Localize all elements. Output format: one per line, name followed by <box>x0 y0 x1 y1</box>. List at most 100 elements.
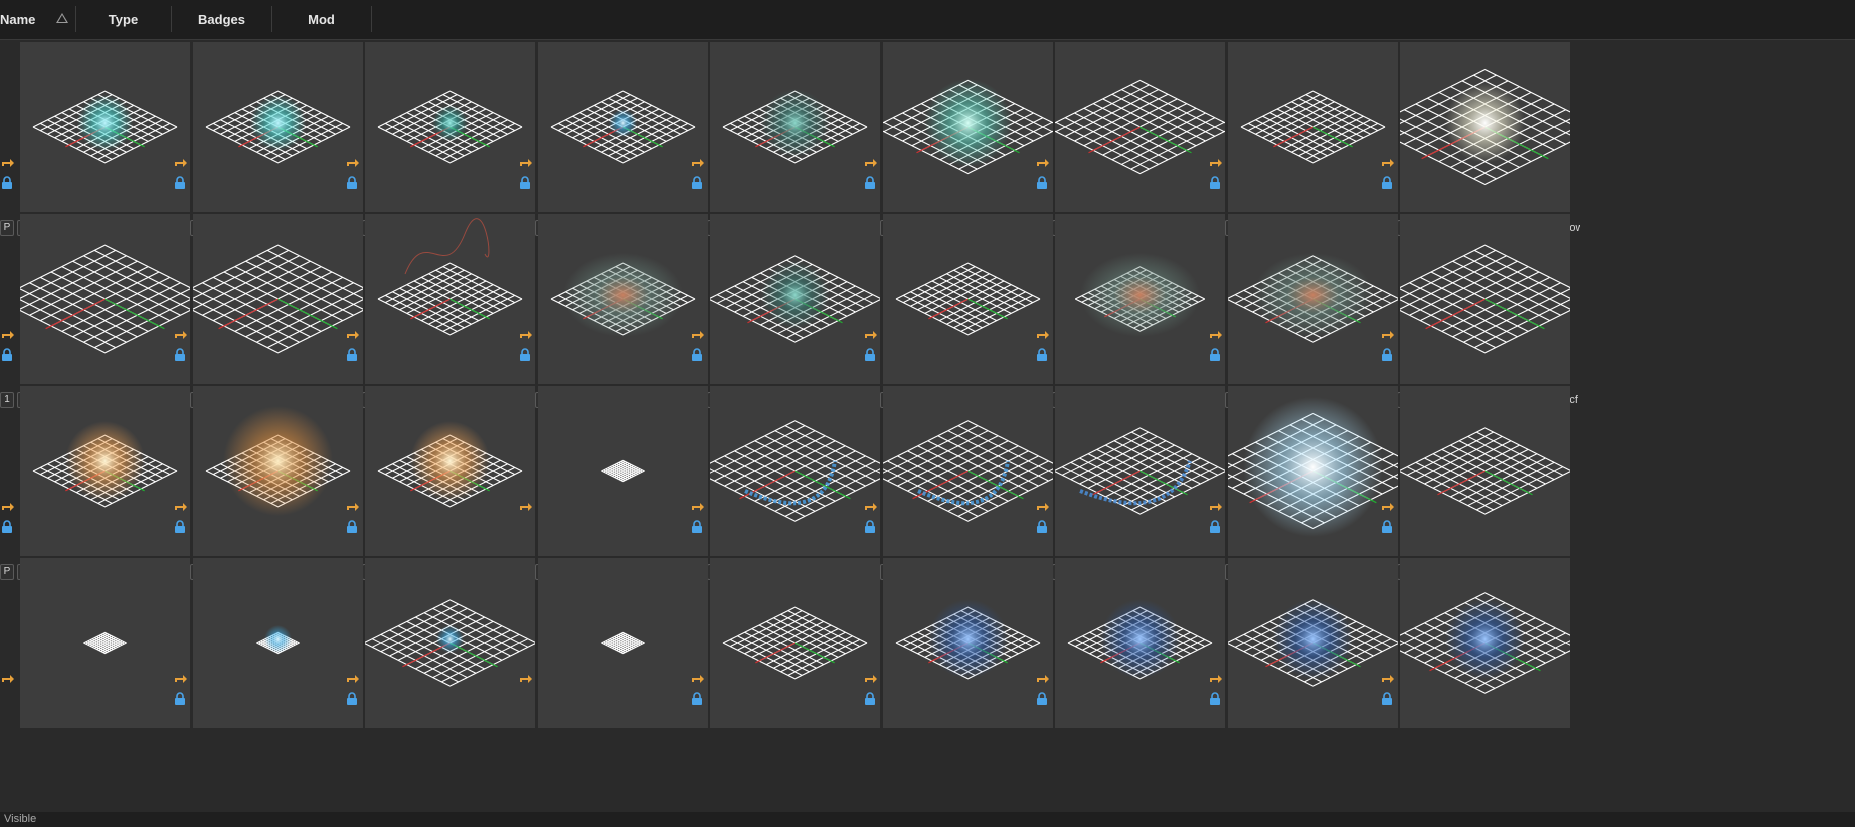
swap-icon[interactable] <box>690 156 706 170</box>
asset-thumbnail[interactable] <box>883 558 1053 728</box>
asset-thumbnail[interactable] <box>538 214 708 384</box>
asset-thumbnail[interactable] <box>193 386 363 556</box>
swap-icon[interactable] <box>518 328 534 342</box>
column-badges-header[interactable]: Badges <box>172 6 272 32</box>
lock-icon[interactable] <box>864 348 876 362</box>
lock-icon[interactable] <box>691 348 703 362</box>
lock-icon[interactable] <box>346 692 358 706</box>
lock-icon[interactable] <box>864 520 876 534</box>
asset-thumbnail[interactable] <box>883 386 1053 556</box>
swap-icon[interactable] <box>1380 500 1396 514</box>
lock-icon[interactable] <box>1209 176 1221 190</box>
asset-thumbnail[interactable] <box>1055 558 1225 728</box>
asset-thumbnail[interactable] <box>710 42 880 212</box>
swap-icon[interactable] <box>518 500 534 514</box>
asset-thumbnail[interactable] <box>1228 558 1398 728</box>
swap-icon[interactable] <box>518 672 534 686</box>
asset-thumbnail[interactable] <box>710 386 880 556</box>
asset-thumbnail[interactable] <box>365 42 535 212</box>
sort-ascending-icon[interactable] <box>56 13 68 23</box>
swap-icon[interactable] <box>1035 156 1051 170</box>
asset-thumbnail[interactable] <box>365 558 535 728</box>
swap-icon[interactable] <box>173 156 189 170</box>
swap-icon[interactable] <box>1035 672 1051 686</box>
asset-thumbnail[interactable] <box>1055 386 1225 556</box>
lock-icon[interactable] <box>1 520 13 534</box>
lock-icon[interactable] <box>346 176 358 190</box>
asset-thumbnail[interactable] <box>1228 214 1398 384</box>
asset-thumbnail[interactable] <box>710 558 880 728</box>
swap-icon[interactable] <box>690 328 706 342</box>
asset-thumbnail[interactable] <box>193 558 363 728</box>
asset-thumbnail[interactable] <box>1400 558 1570 728</box>
swap-icon[interactable] <box>173 328 189 342</box>
lock-icon[interactable] <box>1381 176 1393 190</box>
asset-thumbnail[interactable] <box>365 214 535 384</box>
swap-icon[interactable] <box>1380 156 1396 170</box>
lock-icon[interactable] <box>174 348 186 362</box>
asset-thumbnail[interactable] <box>1228 386 1398 556</box>
column-type-header[interactable]: Type <box>76 6 172 32</box>
lock-icon[interactable] <box>346 520 358 534</box>
swap-icon[interactable] <box>1208 672 1224 686</box>
lock-icon[interactable] <box>1036 176 1048 190</box>
swap-icon[interactable] <box>1208 328 1224 342</box>
swap-icon[interactable] <box>0 156 16 170</box>
asset-thumbnail[interactable] <box>1055 42 1225 212</box>
lock-icon[interactable] <box>346 348 358 362</box>
lock-icon[interactable] <box>1 348 13 362</box>
column-mod-header[interactable]: Mod <box>272 6 372 32</box>
asset-thumbnail[interactable] <box>538 386 708 556</box>
asset-thumbnail[interactable] <box>883 214 1053 384</box>
swap-icon[interactable] <box>345 672 361 686</box>
swap-icon[interactable] <box>518 156 534 170</box>
asset-thumbnail[interactable] <box>365 386 535 556</box>
asset-thumbnail[interactable] <box>1055 214 1225 384</box>
asset-thumbnail[interactable] <box>1400 386 1570 556</box>
asset-thumbnail[interactable] <box>193 42 363 212</box>
swap-icon[interactable] <box>0 328 16 342</box>
asset-thumbnail[interactable] <box>1400 214 1570 384</box>
lock-icon[interactable] <box>691 692 703 706</box>
lock-icon[interactable] <box>1381 692 1393 706</box>
swap-icon[interactable] <box>1380 672 1396 686</box>
swap-icon[interactable] <box>345 328 361 342</box>
swap-icon[interactable] <box>173 500 189 514</box>
swap-icon[interactable] <box>690 500 706 514</box>
lock-icon[interactable] <box>174 520 186 534</box>
lock-icon[interactable] <box>1381 348 1393 362</box>
lock-icon[interactable] <box>519 176 531 190</box>
swap-icon[interactable] <box>863 156 879 170</box>
lock-icon[interactable] <box>174 692 186 706</box>
asset-thumbnail[interactable] <box>20 558 190 728</box>
swap-icon[interactable] <box>1208 500 1224 514</box>
lock-icon[interactable] <box>1 176 13 190</box>
lock-icon[interactable] <box>519 348 531 362</box>
swap-icon[interactable] <box>690 672 706 686</box>
asset-thumbnail[interactable] <box>538 42 708 212</box>
asset-thumbnail[interactable] <box>1400 42 1570 212</box>
swap-icon[interactable] <box>345 500 361 514</box>
lock-icon[interactable] <box>174 176 186 190</box>
lock-icon[interactable] <box>1209 348 1221 362</box>
lock-icon[interactable] <box>1036 692 1048 706</box>
swap-icon[interactable] <box>1035 328 1051 342</box>
asset-thumbnail[interactable] <box>193 214 363 384</box>
asset-thumbnail[interactable] <box>883 42 1053 212</box>
asset-tile[interactable] <box>1376 554 1580 758</box>
asset-thumbnail[interactable] <box>20 214 190 384</box>
swap-icon[interactable] <box>1035 500 1051 514</box>
swap-icon[interactable] <box>863 500 879 514</box>
swap-icon[interactable] <box>0 500 16 514</box>
lock-icon[interactable] <box>1381 520 1393 534</box>
swap-icon[interactable] <box>1380 328 1396 342</box>
swap-icon[interactable] <box>863 672 879 686</box>
swap-icon[interactable] <box>173 672 189 686</box>
swap-icon[interactable] <box>345 156 361 170</box>
lock-icon[interactable] <box>1036 520 1048 534</box>
lock-icon[interactable] <box>691 520 703 534</box>
swap-icon[interactable] <box>0 672 16 686</box>
asset-thumbnail[interactable] <box>538 558 708 728</box>
lock-icon[interactable] <box>1036 348 1048 362</box>
swap-icon[interactable] <box>1208 156 1224 170</box>
